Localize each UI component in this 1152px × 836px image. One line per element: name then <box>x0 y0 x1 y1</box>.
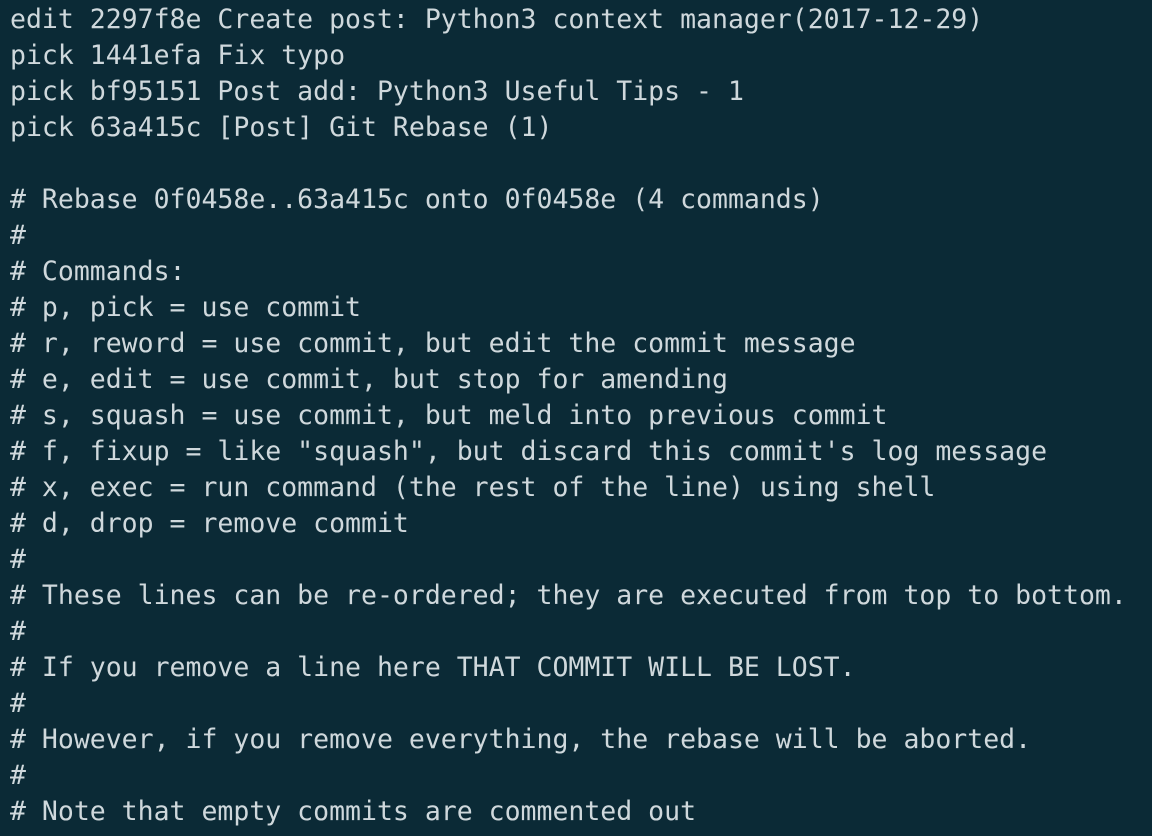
todo-line-edit-2297f8e[interactable]: edit 2297f8e Create post: Python3 contex… <box>10 2 1127 38</box>
comment-line[interactable]: # <box>10 758 1127 794</box>
comment-line[interactable]: # <box>10 218 1127 254</box>
comment-line-squash[interactable]: # s, squash = use commit, but meld into … <box>10 398 1127 434</box>
comment-line-remove-warning[interactable]: # If you remove a line here THAT COMMIT … <box>10 650 1127 686</box>
comment-line-drop[interactable]: # d, drop = remove commit <box>10 506 1127 542</box>
rebase-todo-editor[interactable]: edit 2297f8e Create post: Python3 contex… <box>0 0 1152 836</box>
comment-line-commands-heading[interactable]: # Commands: <box>10 254 1127 290</box>
comment-line-fixup[interactable]: # f, fixup = like "squash", but discard … <box>10 434 1127 470</box>
comment-line[interactable]: # <box>10 614 1127 650</box>
comment-line-exec[interactable]: # x, exec = run command (the rest of the… <box>10 470 1127 506</box>
comment-line[interactable]: # <box>10 686 1127 722</box>
comment-line-reorder-note[interactable]: # These lines can be re-ordered; they ar… <box>10 578 1127 614</box>
comment-line-rebase-summary[interactable]: # Rebase 0f0458e..63a415c onto 0f0458e (… <box>10 182 1127 218</box>
comment-line-reword[interactable]: # r, reword = use commit, but edit the c… <box>10 326 1127 362</box>
comment-line-pick[interactable]: # p, pick = use commit <box>10 290 1127 326</box>
comment-line[interactable]: # <box>10 542 1127 578</box>
todo-line-pick-63a415c[interactable]: pick 63a415c [Post] Git Rebase (1) <box>10 110 1127 146</box>
todo-line-pick-bf95151[interactable]: pick bf95151 Post add: Python3 Useful Ti… <box>10 74 1127 110</box>
editor-lines: edit 2297f8e Create post: Python3 contex… <box>10 2 1127 830</box>
comment-line-abort-note[interactable]: # However, if you remove everything, the… <box>10 722 1127 758</box>
comment-line-edit[interactable]: # e, edit = use commit, but stop for ame… <box>10 362 1127 398</box>
blank-line[interactable] <box>10 146 1127 182</box>
todo-line-pick-1441efa[interactable]: pick 1441efa Fix typo <box>10 38 1127 74</box>
comment-line-empty-commits-note[interactable]: # Note that empty commits are commented … <box>10 794 1127 830</box>
